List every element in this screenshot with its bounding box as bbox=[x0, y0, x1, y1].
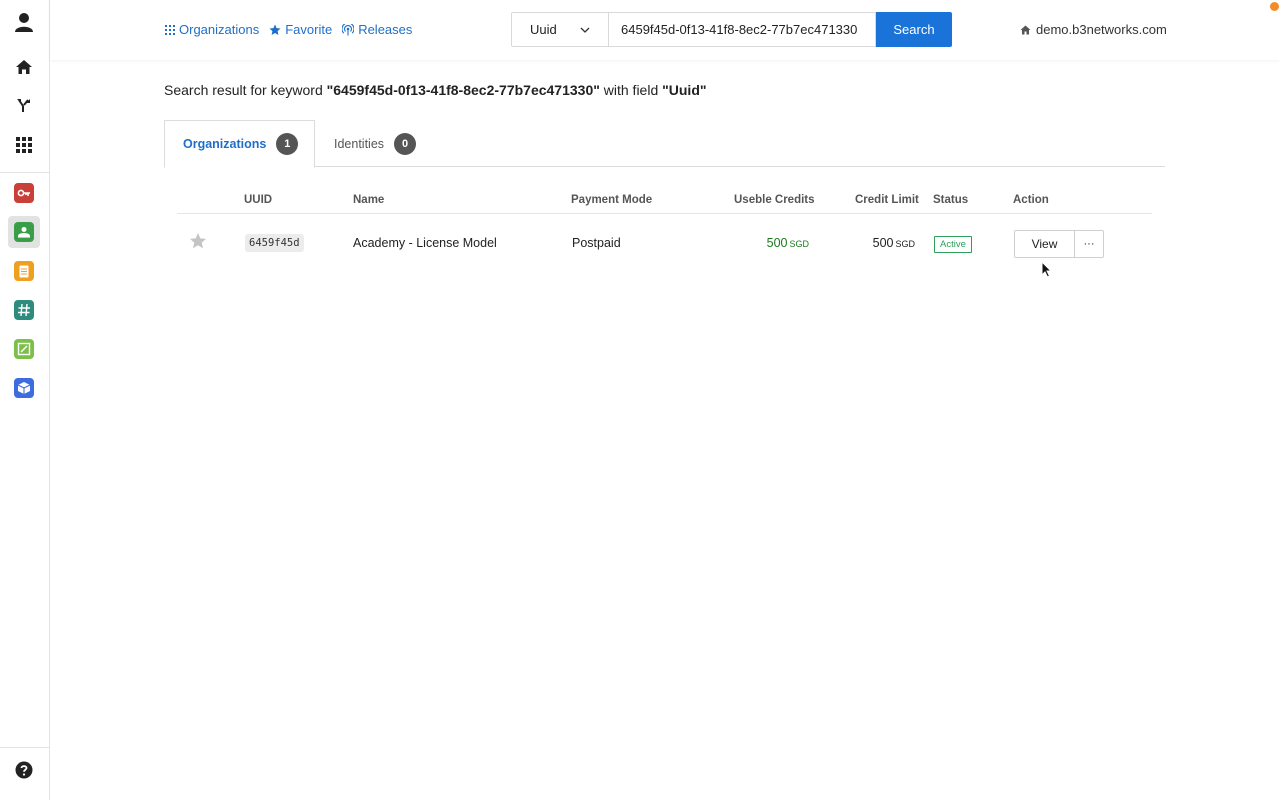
tab-organizations-label: Organizations bbox=[183, 137, 267, 151]
search-result-title: Search result for keyword "6459f45d-0f13… bbox=[164, 82, 707, 98]
sidebar-app-box[interactable] bbox=[8, 372, 40, 404]
sidebar-app-hash[interactable] bbox=[8, 294, 40, 326]
home-small-icon bbox=[1020, 25, 1031, 34]
branch-icon bbox=[17, 99, 30, 112]
board-app-icon bbox=[14, 339, 34, 359]
top-header: Organizations Favorite Releases Uuid Sea… bbox=[50, 0, 1280, 60]
nav-favorite[interactable]: Favorite bbox=[269, 22, 332, 37]
header-uuid: UUID bbox=[244, 194, 273, 206]
organizations-table: UUID Name Payment Mode Useble Credits Cr… bbox=[177, 186, 1152, 274]
view-button[interactable]: View bbox=[1014, 230, 1075, 258]
user-icon bbox=[15, 13, 33, 32]
nav-organizations-label: Organizations bbox=[179, 22, 260, 37]
org-name: Academy - License Model bbox=[353, 236, 497, 250]
mouse-cursor-icon bbox=[1041, 261, 1052, 278]
tab-identities-count: 0 bbox=[394, 132, 417, 155]
user-avatar[interactable] bbox=[8, 6, 40, 38]
usable-credits: 500 SGD bbox=[767, 236, 809, 250]
usable-credits-unit: SGD bbox=[789, 239, 809, 249]
result-prefix: Search result for keyword bbox=[164, 82, 327, 98]
sidebar-app-notes[interactable] bbox=[8, 255, 40, 287]
sidebar bbox=[0, 0, 50, 800]
notification-dot bbox=[1270, 2, 1279, 11]
row-actions: View ··· bbox=[1014, 230, 1104, 258]
sidebar-divider bbox=[0, 172, 49, 173]
key-app-icon bbox=[14, 183, 34, 203]
sidebar-help[interactable] bbox=[8, 754, 40, 786]
nav-releases-label: Releases bbox=[358, 22, 413, 37]
nav-favorite-label: Favorite bbox=[285, 22, 333, 37]
help-icon bbox=[15, 761, 33, 779]
sidebar-home[interactable] bbox=[8, 51, 40, 83]
sidebar-divider-bottom bbox=[0, 747, 49, 748]
status-badge: Active bbox=[934, 236, 972, 253]
apps-grid-icon bbox=[16, 137, 32, 153]
domain-label: demo.b3networks.com bbox=[1036, 22, 1167, 37]
result-keyword: "6459f45d-0f13-41f8-8ec2-77b7ec471330" bbox=[326, 82, 600, 98]
sidebar-app-key[interactable] bbox=[8, 177, 40, 209]
table-header: UUID Name Payment Mode Useble Credits Cr… bbox=[177, 186, 1152, 214]
favorite-star-icon[interactable] bbox=[189, 232, 207, 253]
header-name: Name bbox=[353, 194, 385, 206]
usable-credits-value: 500 bbox=[766, 236, 788, 250]
result-field: "Uuid" bbox=[662, 82, 707, 98]
nav-releases[interactable]: Releases bbox=[342, 22, 412, 37]
top-nav: Organizations Favorite Releases bbox=[165, 22, 412, 37]
header-usable-credits: Useble Credits bbox=[734, 194, 815, 206]
broadcast-icon bbox=[342, 23, 355, 35]
chevron-down-icon bbox=[580, 27, 590, 33]
table-row: 6459f45d Academy - License Model Postpai… bbox=[177, 214, 1152, 274]
sidebar-apps[interactable] bbox=[8, 129, 40, 161]
sidebar-branch[interactable] bbox=[8, 90, 40, 122]
sidebar-app-org[interactable] bbox=[8, 216, 40, 248]
tab-identities-label: Identities bbox=[334, 136, 385, 151]
grid-icon bbox=[165, 24, 175, 35]
header-payment-mode: Payment Mode bbox=[571, 194, 653, 206]
notes-app-icon bbox=[14, 261, 34, 281]
box-app-icon bbox=[14, 378, 34, 398]
more-actions-button[interactable]: ··· bbox=[1075, 230, 1104, 258]
search-field-select[interactable]: Uuid bbox=[511, 12, 608, 47]
header-action: Action bbox=[1013, 194, 1049, 206]
uuid-chip[interactable]: 6459f45d bbox=[245, 234, 304, 252]
org-app-icon bbox=[14, 222, 34, 242]
search-bar: Uuid Search bbox=[511, 12, 952, 47]
credit-limit: 500 SGD bbox=[873, 236, 915, 250]
search-input[interactable] bbox=[608, 12, 876, 47]
credit-limit-unit: SGD bbox=[895, 239, 915, 249]
result-middle: with field bbox=[599, 82, 663, 98]
search-field-value: Uuid bbox=[530, 22, 557, 37]
header-credit-limit: Credit Limit bbox=[855, 194, 919, 206]
star-icon bbox=[269, 24, 281, 35]
tab-organizations-count: 1 bbox=[276, 133, 299, 155]
payment-mode: Postpaid bbox=[572, 236, 621, 250]
nav-organizations[interactable]: Organizations bbox=[165, 22, 259, 37]
home-icon bbox=[16, 60, 32, 74]
result-tabs: Organizations 1 Identities 0 bbox=[164, 120, 1165, 168]
sidebar-app-board[interactable] bbox=[8, 333, 40, 365]
credit-limit-value: 500 bbox=[872, 236, 894, 250]
tab-organizations[interactable]: Organizations 1 bbox=[164, 120, 315, 168]
domain-link[interactable]: demo.b3networks.com bbox=[1020, 22, 1167, 37]
hash-app-icon bbox=[14, 300, 34, 320]
tab-identities[interactable]: Identities 0 bbox=[334, 120, 417, 167]
search-button[interactable]: Search bbox=[876, 12, 952, 47]
header-status: Status bbox=[933, 194, 969, 206]
